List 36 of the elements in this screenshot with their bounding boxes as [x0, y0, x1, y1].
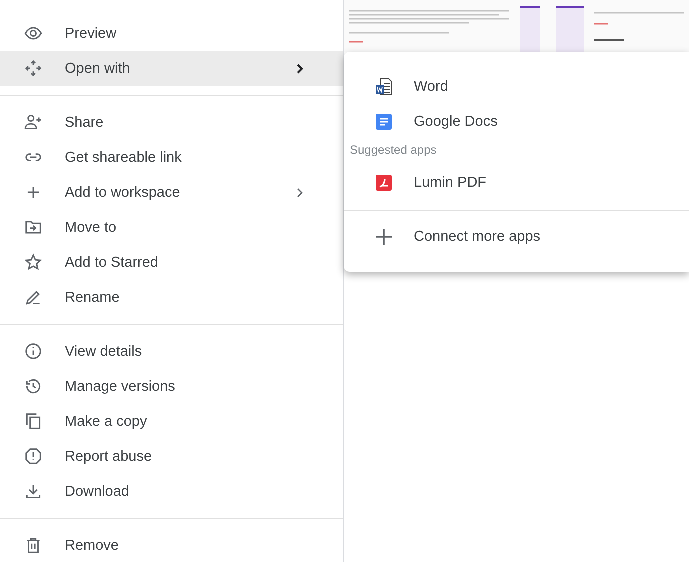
menu-item[interactable]: Add to Starred — [0, 245, 343, 280]
menu-item[interactable]: Move to — [0, 210, 343, 245]
download-icon — [24, 482, 43, 501]
app-option[interactable]: Google Docs — [344, 104, 689, 139]
copy-icon — [24, 412, 43, 431]
info-icon — [24, 342, 43, 361]
chevron-right-icon — [295, 186, 305, 198]
document-icon — [374, 112, 394, 132]
menu-item[interactable]: Preview — [0, 16, 343, 51]
menu-item[interactable]: Download — [0, 474, 343, 509]
connect-apps-option[interactable]: Connect more apps — [344, 219, 689, 254]
history-icon — [24, 377, 43, 396]
chevron-right-icon — [295, 62, 305, 74]
star-icon — [24, 253, 43, 272]
plus-icon — [374, 226, 394, 246]
menu-item[interactable]: Open with — [0, 51, 343, 86]
menu-item[interactable]: Report abuse — [0, 439, 343, 474]
menu-item[interactable]: Make a copy — [0, 404, 343, 439]
alert-icon — [24, 447, 43, 466]
menu-item[interactable]: Manage versions — [0, 369, 343, 404]
trash-icon — [24, 536, 43, 555]
app-option[interactable]: Lumin PDF — [344, 165, 689, 200]
menu-item[interactable]: Share — [0, 105, 343, 140]
move-arrows-icon — [24, 59, 43, 78]
folder-arrow-icon — [24, 218, 43, 237]
pencil-icon — [24, 288, 43, 307]
menu-item[interactable]: View details — [0, 334, 343, 369]
menu-item[interactable]: Remove — [0, 528, 343, 562]
section-heading: Suggested apps — [349, 142, 438, 159]
pdf-icon — [374, 172, 394, 192]
menu-item[interactable]: Add to workspace — [0, 175, 343, 210]
menu-item[interactable]: Get shareable link — [0, 140, 343, 175]
add-person-icon — [24, 113, 43, 132]
app-option[interactable]: Word — [344, 69, 689, 104]
word-document-icon — [374, 76, 394, 96]
menu-item[interactable]: Rename — [0, 280, 343, 315]
